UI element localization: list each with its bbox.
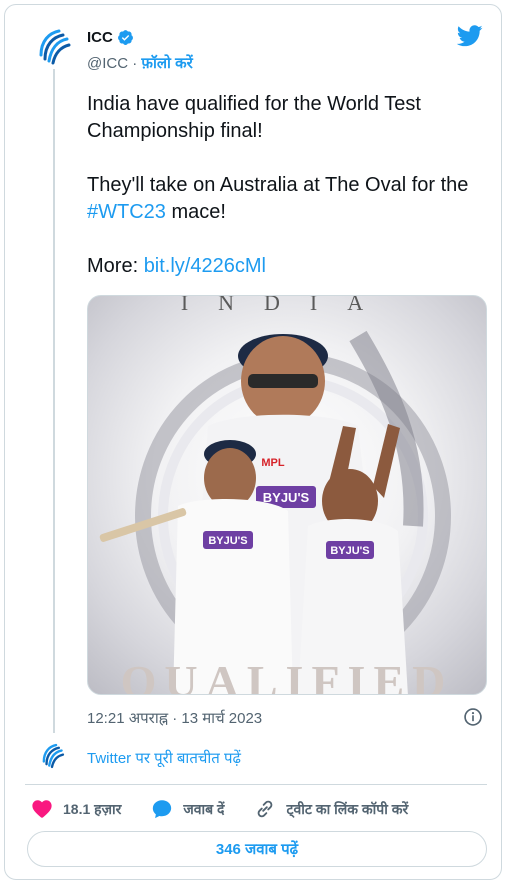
media-top-text: INDIA — [180, 295, 394, 315]
read-replies-button[interactable]: 346 जवाब पढ़ें — [27, 831, 487, 867]
verified-badge-icon — [117, 30, 133, 45]
reply-button[interactable]: जवाब दें — [151, 798, 224, 820]
follow-button[interactable]: फ़ॉलो करें — [141, 55, 192, 72]
tweet-media-image[interactable]: INDIA BYJU'S MPL BYJU'S BYJU'S QUALIFIED — [87, 295, 487, 695]
account-handle-row: @ICC · फ़ॉलो करें — [87, 53, 193, 73]
tweet-text: India have qualified for the World Test … — [87, 91, 487, 280]
icc-logo-small-icon[interactable] — [37, 741, 67, 771]
copy-link-button[interactable]: ट्वीट का लिंक कॉपी करें — [254, 798, 408, 820]
info-icon[interactable] — [463, 707, 483, 727]
jersey-text-right: BYJU'S — [330, 545, 369, 557]
jersey-badge-text: MPL — [261, 457, 285, 469]
read-full-conversation-link[interactable]: Twitter पर पूरी बातचीत पढ़ें — [87, 748, 241, 768]
tweet-embed-card: ICC @ICC · फ़ॉलो करें India have qualifi… — [4, 4, 502, 880]
heart-icon — [32, 800, 52, 818]
like-count: 18.1 हज़ार — [63, 800, 122, 817]
hashtag-link[interactable]: #WTC23 — [87, 201, 166, 223]
tweet-line-2-suffix: mace! — [165, 201, 226, 223]
media-bottom-text: QUALIFIED — [120, 656, 454, 695]
action-bar: 18.1 हज़ार जवाब दें ट्वीट का लिंक कॉपी क… — [31, 797, 438, 821]
tweet-line-1: India have qualified for the World Test … — [87, 93, 421, 142]
tweet-timestamp[interactable]: 12:21 अपराह्न · 13 मार्च 2023 — [87, 708, 262, 728]
short-url-link[interactable]: bit.ly/4226cMl — [144, 255, 266, 277]
jersey-text-left: BYJU'S — [208, 535, 247, 547]
divider — [25, 784, 487, 785]
twitter-bird-icon[interactable] — [457, 25, 483, 47]
account-handle[interactable]: @ICC — [87, 55, 128, 72]
account-name-text[interactable]: ICC — [87, 29, 113, 46]
like-button[interactable]: 18.1 हज़ार — [31, 798, 121, 820]
reply-bubble-icon — [153, 800, 172, 819]
link-icon — [258, 800, 273, 818]
more-label: More: — [87, 255, 144, 277]
tweet-line-2: They'll take on Australia at The Oval fo… — [87, 174, 469, 196]
account-name[interactable]: ICC — [87, 29, 134, 46]
copy-link-label: ट्वीट का लिंक कॉपी करें — [286, 800, 409, 817]
thread-line — [53, 69, 55, 733]
jersey-text-center: BYJU'S — [263, 490, 310, 505]
separator-dot: · — [132, 55, 138, 72]
players-illustration: BYJU'S MPL BYJU'S BYJU'S — [99, 330, 451, 694]
icc-logo-icon[interactable] — [31, 25, 75, 69]
reply-label: जवाब दें — [183, 800, 225, 817]
